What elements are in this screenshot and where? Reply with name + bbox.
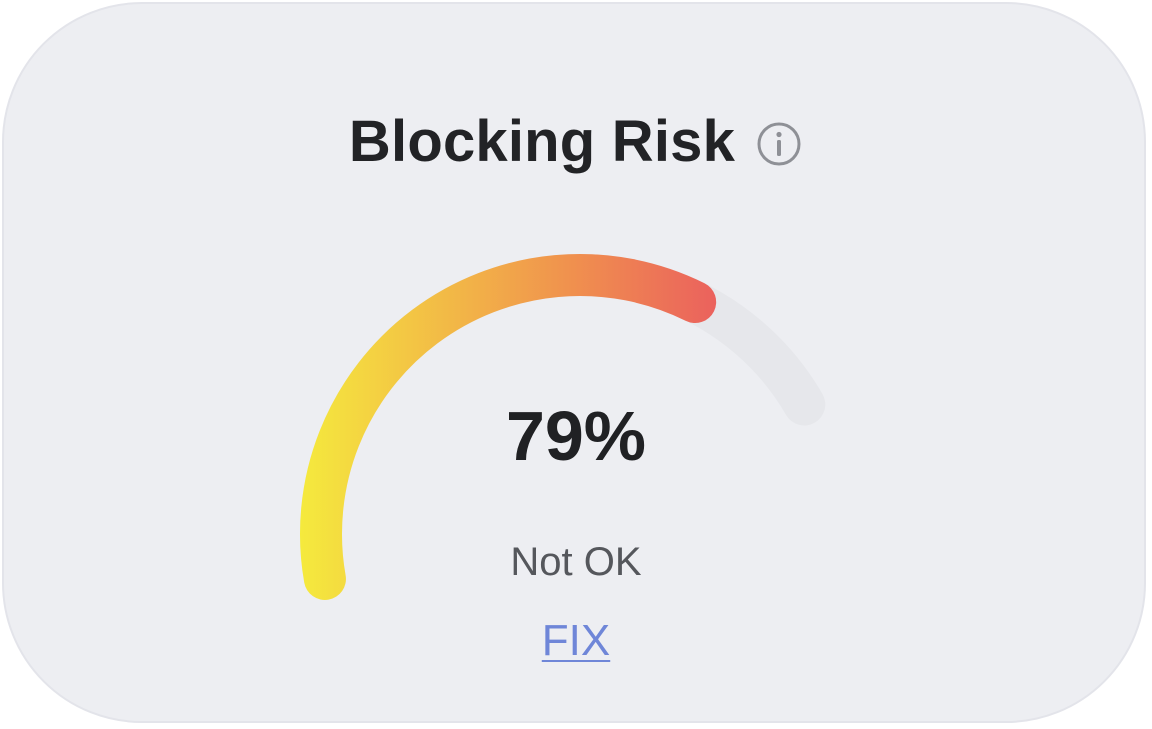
gauge-value: 79%	[505, 397, 647, 475]
fix-link[interactable]: FIX	[542, 616, 610, 665]
fix-link-container: FIX	[0, 616, 1152, 666]
status-label: Not OK	[510, 540, 642, 584]
